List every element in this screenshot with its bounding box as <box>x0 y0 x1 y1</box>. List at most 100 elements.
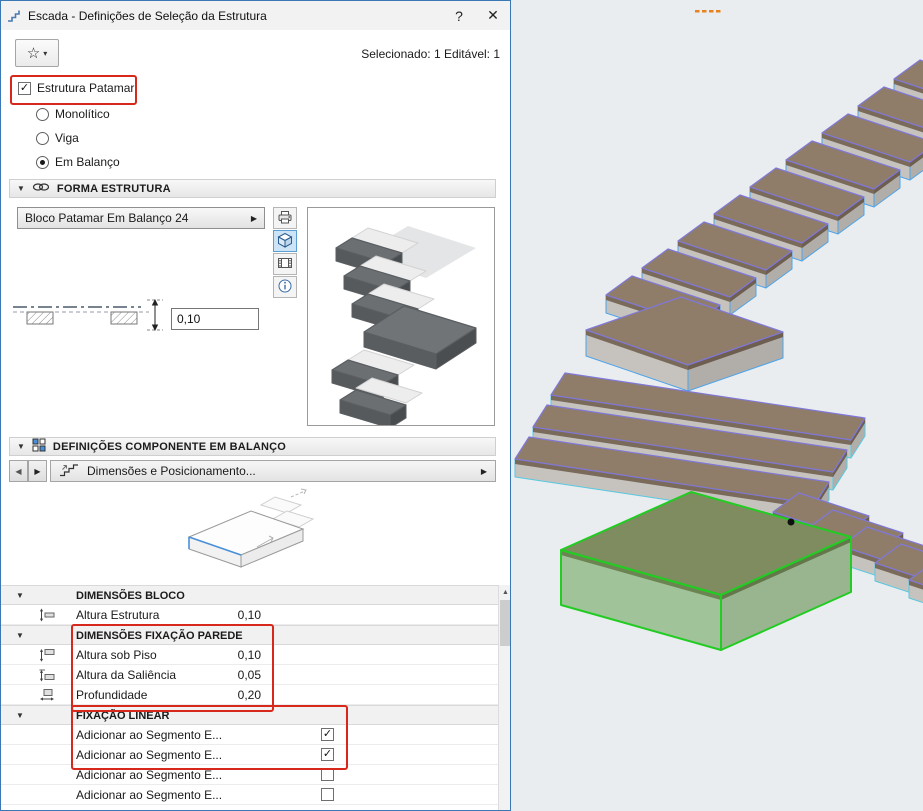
scroll-up-button[interactable]: ▲ <box>499 585 511 600</box>
row-label: Adicionar ao Segmento E... <box>76 728 222 742</box>
panel-forward-button[interactable]: ▶ <box>28 460 47 482</box>
submenu-arrow-icon: ▶ <box>251 214 257 223</box>
radio-button[interactable] <box>36 108 49 121</box>
thickness-diagram <box>11 295 163 337</box>
dimensions-panel-icon <box>59 463 79 480</box>
close-button[interactable]: ✕ <box>476 1 510 30</box>
section-header-componente[interactable]: ▼ DEFINIÇÕES COMPONENTE EM BALANÇO <box>9 437 496 456</box>
check-icon: ✓ <box>323 729 332 740</box>
titlebar[interactable]: Escada - Definições de Seleção da Estrut… <box>1 1 510 30</box>
collapse-icon[interactable]: ▼ <box>17 442 25 451</box>
estrutura-patamar-row: ✓ Estrutura Patamar <box>18 81 134 95</box>
section-title: DIMENSÕES BLOCO <box>76 590 185 602</box>
radio-label: Viga <box>55 131 79 145</box>
view-plotter-button[interactable] <box>273 207 297 229</box>
view-3d-button[interactable] <box>273 230 297 252</box>
table-row[interactable]: Adicionar ao Segmento E... ✓ <box>1 745 498 765</box>
section-row-fixacao-parede[interactable]: ▼ DIMENSÕES FIXAÇÃO PAREDE <box>1 625 498 645</box>
stair-settings-dialog: Escada - Definições de Seleção da Estrut… <box>0 0 511 811</box>
table-row[interactable]: Adicionar ao Segmento E... ✓ <box>1 785 498 805</box>
selection-status: Selecionado: 1 Editável: 1 <box>361 47 500 61</box>
row-label: Adicionar ao Segmento E... <box>76 788 222 802</box>
radio-button[interactable] <box>36 156 49 169</box>
radio-em-balanco[interactable]: Em Balanço <box>36 155 120 169</box>
segment-checkbox[interactable]: ✓ <box>321 728 334 741</box>
section-title: DEFINIÇÕES COMPONENTE EM BALANÇO <box>53 441 286 453</box>
help-button[interactable]: ? <box>442 1 476 30</box>
segment-checkbox[interactable]: ✓ <box>321 788 334 801</box>
info-button[interactable] <box>273 276 297 298</box>
estrutura-patamar-checkbox[interactable]: ✓ <box>18 82 31 95</box>
segment-checkbox[interactable]: ✓ <box>321 768 334 781</box>
table-row[interactable]: Adicionar ao Segmento E... ✓ <box>1 765 498 785</box>
view-animation-button[interactable] <box>273 253 297 275</box>
dim-depth-icon <box>39 688 59 702</box>
check-icon: ✓ <box>20 83 29 94</box>
scrollbar-thumb[interactable] <box>500 600 511 646</box>
radio-label: Em Balanço <box>55 155 120 169</box>
section-row-fixacao-linear[interactable]: ▼ FIXAÇÃO LINEAR <box>1 705 498 725</box>
section-header-forma-estrutura[interactable]: ▼ FORMA ESTRUTURA <box>9 179 496 198</box>
radio-button[interactable] <box>36 132 49 145</box>
panel-back-button[interactable]: ◀ <box>9 460 28 482</box>
back-icon: ◀ <box>15 467 21 476</box>
submenu-arrow-icon: ▶ <box>481 467 487 476</box>
preview-stairs-drawing <box>332 226 476 425</box>
thickness-input[interactable] <box>171 308 259 330</box>
structure-preview[interactable] <box>307 207 495 426</box>
star-icon: ☆ <box>27 46 40 61</box>
favorites-button[interactable]: ☆ ▾ <box>15 39 59 67</box>
section-row-dimensoes-bloco[interactable]: ▼ DIMENSÕES BLOCO <box>1 585 498 605</box>
scroll-up-icon: ▲ <box>502 589 509 596</box>
dim-under-floor-icon <box>39 648 59 662</box>
info-icon <box>277 278 293 297</box>
row-label: Profundidade <box>76 688 147 702</box>
profile-dropdown[interactable]: Bloco Patamar Em Balanço 24 ▶ <box>17 207 265 229</box>
radio-monolitico[interactable]: Monolítico <box>36 107 110 121</box>
collapse-icon[interactable]: ▼ <box>16 591 24 600</box>
estrutura-patamar-label: Estrutura Patamar <box>37 81 134 95</box>
radio-label: Monolítico <box>55 107 110 121</box>
segment-checkbox[interactable]: ✓ <box>321 748 334 761</box>
table-scrollbar[interactable]: ▲ <box>498 585 511 811</box>
row-label: Adicionar ao Segmento E... <box>76 748 222 762</box>
row-label: Altura Estrutura <box>76 608 159 622</box>
3d-viewport[interactable] <box>511 0 923 811</box>
collapse-icon[interactable]: ▼ <box>17 184 25 193</box>
profile-dropdown-value: Bloco Patamar Em Balanço 24 <box>25 211 247 225</box>
cube-3d-icon <box>277 232 293 251</box>
settings-table: ▼ DIMENSÕES BLOCO Altura Estrutura 0,10 … <box>1 585 498 805</box>
row-label: Altura da Saliência <box>76 668 176 682</box>
table-row[interactable]: Profundidade 0,20 <box>1 685 498 705</box>
plotter-icon <box>277 209 293 228</box>
forma-estrutura-icon <box>32 181 50 196</box>
panel-selector-value: Dimensões e Posicionamento... <box>87 464 473 478</box>
row-value[interactable]: 0,20 <box>196 688 261 702</box>
table-row[interactable]: Altura da Saliência 0,05 <box>1 665 498 685</box>
section-title: DIMENSÕES FIXAÇÃO PAREDE <box>76 630 243 642</box>
window-title: Escada - Definições de Seleção da Estrut… <box>28 9 442 23</box>
radio-viga[interactable]: Viga <box>36 131 79 145</box>
dim-ledge-height-icon <box>39 668 59 682</box>
row-value[interactable]: 0,10 <box>196 648 261 662</box>
componente-icon <box>32 438 46 455</box>
landing-block-diagram <box>173 487 323 582</box>
row-value[interactable]: 0,10 <box>196 608 261 622</box>
collapse-icon[interactable]: ▼ <box>16 631 24 640</box>
film-icon <box>277 255 293 274</box>
dim-structure-height-icon <box>39 608 59 622</box>
hotspot-dot <box>788 519 795 526</box>
section-title: FIXAÇÃO LINEAR <box>76 710 170 722</box>
forward-icon: ▶ <box>34 467 40 476</box>
section-title: FORMA ESTRUTURA <box>57 183 171 195</box>
table-row[interactable]: Altura sob Piso 0,10 <box>1 645 498 665</box>
row-label: Altura sob Piso <box>76 648 157 662</box>
table-row[interactable]: Altura Estrutura 0,10 <box>1 605 498 625</box>
panel-selector-dropdown[interactable]: Dimensões e Posicionamento... ▶ <box>50 460 496 482</box>
collapse-icon[interactable]: ▼ <box>16 711 24 720</box>
row-label: Adicionar ao Segmento E... <box>76 768 222 782</box>
caret-down-icon: ▾ <box>43 49 47 58</box>
row-value[interactable]: 0,05 <box>196 668 261 682</box>
table-row[interactable]: Adicionar ao Segmento E... ✓ <box>1 725 498 745</box>
staircase-3d-drawing <box>515 33 923 650</box>
